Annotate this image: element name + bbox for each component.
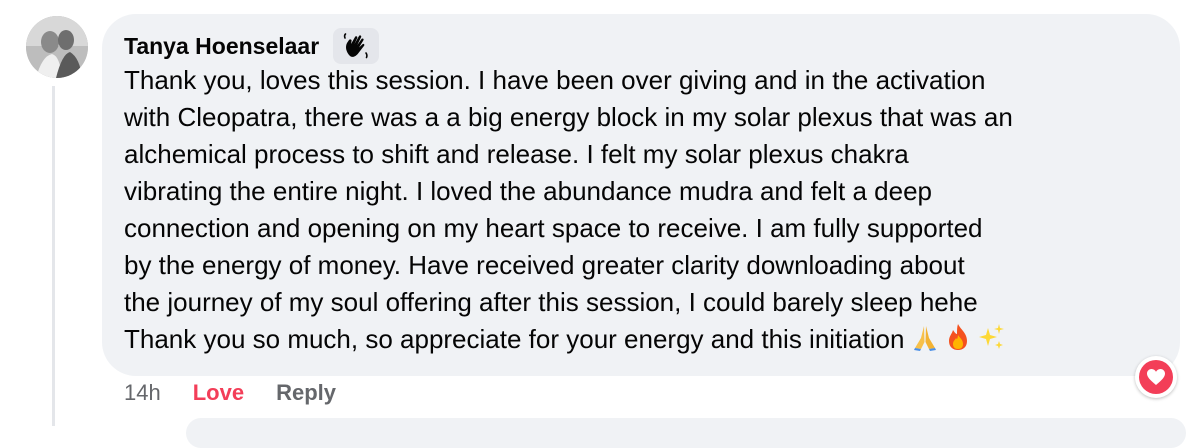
comment-line: with Cleopatra, there was a a big energy… xyxy=(124,102,1013,132)
next-comment-bubble xyxy=(186,418,1186,448)
sparkles-icon xyxy=(979,324,1005,349)
love-reaction-badge[interactable] xyxy=(1135,356,1177,398)
thread-line xyxy=(52,86,55,426)
comment-text: Thank you, loves this session. I have be… xyxy=(124,62,1169,358)
avatar-photo xyxy=(26,16,88,78)
waving-hand-icon[interactable] xyxy=(333,28,380,64)
comment-line: vibrating the entire night. I loved the … xyxy=(124,176,933,206)
folded-hands-icon xyxy=(914,326,937,351)
avatar[interactable] xyxy=(26,16,88,78)
comment-actions: 14h Love Reply xyxy=(124,380,336,406)
comment-line: Thank you, loves this session. I have be… xyxy=(124,65,986,95)
fire-icon xyxy=(949,324,968,350)
love-button[interactable]: Love xyxy=(193,380,244,406)
comment-line: alchemical process to shift and release.… xyxy=(124,139,909,169)
comment-bubble: Tanya Hoenselaar Thank you, loves this s… xyxy=(102,14,1180,376)
author-name[interactable]: Tanya Hoenselaar xyxy=(124,33,319,60)
love-heart-icon xyxy=(1139,360,1173,394)
emoji-group xyxy=(910,322,1009,352)
comment-header: Tanya Hoenselaar xyxy=(124,28,380,64)
timestamp[interactable]: 14h xyxy=(124,380,161,406)
reply-button[interactable]: Reply xyxy=(276,380,336,406)
comment-line: connection and opening on my heart space… xyxy=(124,213,983,243)
comment-line: by the energy of money. Have received gr… xyxy=(124,250,965,280)
comment-line: the journey of my soul offering after th… xyxy=(124,287,978,317)
comment-line: Thank you so much, so appreciate for you… xyxy=(124,324,905,354)
